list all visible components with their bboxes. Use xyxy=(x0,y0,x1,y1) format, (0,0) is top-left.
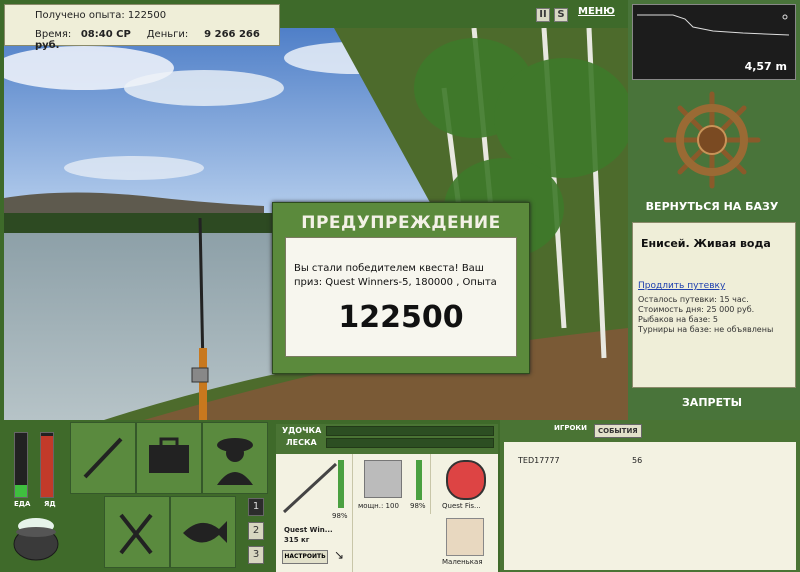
xp-row: Получено опыта: 122500 xyxy=(35,10,166,21)
rod-image-icon xyxy=(282,462,338,514)
base-title: Енисей. Живая вода xyxy=(641,237,771,250)
reel-percent: 98% xyxy=(410,502,426,510)
reel-durability-bar xyxy=(416,460,422,500)
sound-button[interactable]: S xyxy=(554,8,568,22)
line-tension-bar xyxy=(326,438,494,448)
pause-button[interactable]: II xyxy=(536,8,550,22)
depth-chart: 4,57 m xyxy=(632,4,796,80)
time-value: 08:40 СР xyxy=(80,29,131,40)
tackle-status: УДОЧКА ЛЕСКА xyxy=(276,424,498,454)
xp-label: Получено опыта: xyxy=(35,10,125,21)
arrow-down-right-icon[interactable]: ↘ xyxy=(334,548,344,562)
xp-value: 122500 xyxy=(127,10,167,21)
base-info-panel: Енисей. Живая вода Продлить путевку Оста… xyxy=(632,222,796,388)
rod-percent: 98% xyxy=(332,512,348,520)
fisherman-icon xyxy=(217,438,253,485)
rod-bar-label: УДОЧКА xyxy=(282,426,322,435)
poison-label: ЯД xyxy=(44,500,56,508)
player-list: TED17777 56 xyxy=(504,442,796,570)
poison-level-bar xyxy=(41,436,53,497)
rod-slot[interactable] xyxy=(70,422,136,494)
money-label: Деньги: xyxy=(146,29,189,40)
line-cell[interactable]: Quest Fis... xyxy=(432,454,498,514)
line-bar-label: ЛЕСКА xyxy=(286,438,317,447)
tab-3[interactable]: 3 xyxy=(248,546,264,564)
warning-body[interactable]: Вы стали победителем квеста! Ваш приз: Q… xyxy=(285,237,517,357)
reel-icon xyxy=(364,460,402,498)
warning-text: Вы стали победителем квеста! Ваш приз: Q… xyxy=(294,263,497,288)
food-label: ЕДА xyxy=(14,500,31,508)
line-name: Quest Fis... xyxy=(442,502,481,510)
warning-dialog: ПРЕДУПРЕЖДЕНИЕ Вы стали победителем квес… xyxy=(272,202,530,374)
base-line-remaining: Осталось путевки: 15 час. xyxy=(638,295,749,304)
menu-button[interactable]: МЕНЮ xyxy=(578,6,615,17)
tab-2[interactable]: 2 xyxy=(248,522,264,540)
time-label: Время: xyxy=(35,29,72,40)
poison-meter xyxy=(40,432,54,498)
fish-slot[interactable] xyxy=(170,496,236,568)
return-to-base-button[interactable]: ВЕРНУТЬСЯ НА БАЗУ xyxy=(632,200,792,213)
time-money-row: Время: 08:40 СР Деньги: 9 266 266 руб. xyxy=(35,29,279,51)
lure-name: Маленькая xyxy=(442,558,483,566)
rod-name: Quest Win... xyxy=(284,526,333,534)
warning-title: ПРЕДУПРЕЖДЕНИЕ xyxy=(301,213,501,233)
line-spool-icon xyxy=(446,460,486,500)
tackle-box-slot[interactable] xyxy=(136,422,202,494)
reel-power: мощн.: 100 xyxy=(358,502,399,510)
rod-weight: 315 кг xyxy=(284,536,310,544)
rod-icon xyxy=(83,437,123,479)
fish-icon xyxy=(183,521,227,543)
lure-icon xyxy=(446,518,484,556)
player-name[interactable]: TED17777 xyxy=(518,456,560,465)
cauldron-icon[interactable] xyxy=(10,512,62,564)
warning-number: 122500 xyxy=(338,300,464,335)
player-value: 56 xyxy=(632,456,643,465)
food-slot[interactable] xyxy=(104,496,170,568)
ship-wheel-icon[interactable] xyxy=(662,90,762,190)
depth-value: 4,57 m xyxy=(744,60,787,73)
lure-cell[interactable]: Маленькая xyxy=(432,514,498,572)
tab-events[interactable]: СОБЫТИЯ xyxy=(594,424,642,438)
fisherman-slot[interactable] xyxy=(202,422,268,494)
base-line-tournaments: Турниры на базе: не объявлены xyxy=(638,325,774,334)
extend-pass-link[interactable]: Продлить путевку xyxy=(638,281,725,291)
rod-durability-bar xyxy=(338,460,344,508)
rod-tension-bar xyxy=(326,426,494,436)
base-line-fishers: Рыбаков на базе: 5 xyxy=(638,315,718,324)
setup-button[interactable]: НАСТРОИТЬ xyxy=(282,550,328,564)
tackle-box-icon xyxy=(149,437,189,473)
status-panel: Получено опыта: 122500 Время: 08:40 СР Д… xyxy=(4,4,280,51)
food-level-bar xyxy=(15,485,27,497)
food-meter xyxy=(14,432,28,498)
base-line-cost: Стоимость дня: 25 000 руб. xyxy=(638,305,755,314)
tab-players[interactable]: ИГРОКИ xyxy=(554,424,587,432)
reel-cell[interactable]: мощн.: 100 98% xyxy=(354,454,431,514)
fork-knife-icon xyxy=(119,513,153,555)
bans-button[interactable]: ЗАПРЕТЫ xyxy=(632,396,792,409)
tab-1[interactable]: 1 xyxy=(248,498,264,516)
